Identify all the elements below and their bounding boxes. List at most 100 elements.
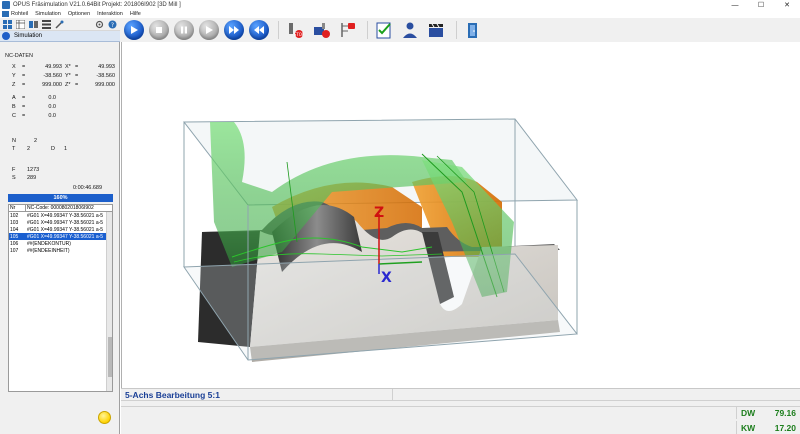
play-button[interactable] <box>124 20 144 40</box>
n-value: N2 <box>12 138 38 144</box>
nc-code-table: Nr NC-Code: 000080201806I902 102 #G01 X=4… <box>8 204 113 392</box>
menu-bar: Rohteil Simulation Optionen Interaktion … <box>0 10 800 18</box>
nc-data-title: NC-DATEN <box>5 53 34 59</box>
progress-bar: 160% <box>8 194 113 202</box>
angle-a: A = 0.0 <box>12 95 56 101</box>
angle-c: C = 0.0 <box>12 113 56 119</box>
status-row-1: 5-Achs Bearbeitung 5:1 <box>121 388 800 401</box>
kw-readout: KW 17.20 <box>736 421 800 434</box>
minimize-button[interactable]: — <box>722 0 748 10</box>
toolbar-separator <box>367 21 368 39</box>
row-code: #G01 X=49.99347 Y-38.56021 a-5 <box>27 219 104 226</box>
coord-x: X = 49.993 <box>12 64 62 70</box>
row-code: #G01 X=49.99347 Y-38.56021 a-5 <box>27 233 104 240</box>
dw-label: DW <box>741 407 756 418</box>
simulation-icon <box>2 32 10 40</box>
3d-viewport[interactable]: Z X <box>121 42 800 388</box>
f-value: F 1273 <box>12 167 40 173</box>
coord-z-star: Z* = 999.000 <box>65 82 115 88</box>
menu-optionen[interactable]: Optionen <box>68 11 90 17</box>
close-button[interactable]: ✕ <box>774 0 800 10</box>
row-number: 104 <box>10 226 19 233</box>
exit-door-icon[interactable] <box>463 20 483 40</box>
user-icon[interactable] <box>400 20 420 40</box>
app-icon <box>2 1 10 9</box>
dw-value: 79.16 <box>774 407 796 418</box>
stop-button[interactable] <box>149 20 169 40</box>
elapsed-time: 0:00:46.689 <box>73 185 103 191</box>
menu-interaktion[interactable]: Interaktion <box>97 11 123 17</box>
table-scrollbar[interactable] <box>106 212 112 391</box>
svg-text:?: ? <box>110 22 113 29</box>
table-row[interactable]: 103 #G01 X=49.99347 Y-38.56021 a-5 <box>9 219 112 226</box>
row-number: 102 <box>10 212 19 219</box>
row-code: ##(ENDEEINHEIT) <box>27 247 70 254</box>
tool-icon[interactable] <box>54 19 64 29</box>
coord-y-star: Y* = -38.560 <box>65 73 115 79</box>
table-row[interactable]: 104 #G01 X=49.99347 Y-38.56021 a-5 <box>9 226 112 233</box>
title-bar: OPUS Fräsimulation V21.0.64Bit Projekt: … <box>0 0 800 10</box>
operation-label: 5-Achs Bearbeitung 5:1 <box>121 388 393 401</box>
kw-value: 17.20 <box>774 422 796 433</box>
menu-app-icon <box>2 11 9 17</box>
table-icon[interactable] <box>15 19 25 29</box>
coord-y: Y = -38.560 <box>12 73 62 79</box>
menu-hilfe[interactable]: Hilfe <box>130 11 141 17</box>
angle-b: B = 0.0 <box>12 104 56 110</box>
maximize-button[interactable]: ☐ <box>748 0 774 10</box>
grid-icon[interactable] <box>2 19 12 29</box>
table-row[interactable]: 106 ##(ENDEKONTUR) <box>9 240 112 247</box>
tool-change-icon[interactable]: STOP <box>285 20 305 40</box>
progress-label: 160% <box>53 195 68 201</box>
left-panel: Simulation NC-DATEN X = 49.993 X* = 49.993 Y… <box>0 31 120 434</box>
tab-simulation[interactable]: Simulation <box>0 31 120 42</box>
layers-icon[interactable] <box>28 19 38 29</box>
window-controls: — ☐ ✕ <box>722 0 800 10</box>
row-code: ##(ENDEKONTUR) <box>27 240 71 247</box>
stop-marker-icon[interactable] <box>337 20 357 40</box>
step-button[interactable] <box>199 20 219 40</box>
main-toolbar: STOP <box>120 18 800 42</box>
rewind-button[interactable] <box>249 20 269 40</box>
column-header-code[interactable]: NC-Code: 000080201806I902 <box>26 205 112 211</box>
s-value: S 289 <box>12 175 37 181</box>
coord-x-star: X* = 49.993 <box>65 64 115 70</box>
toolbar-separator <box>278 21 279 39</box>
row-code: #G01 X=49.99347 Y-38.56021 a-5 <box>27 226 104 233</box>
kw-label: KW <box>741 422 756 433</box>
dw-readout: DW 79.16 <box>736 406 800 419</box>
left-toolbar: ? <box>0 18 120 31</box>
svg-text:STOP: STOP <box>294 32 304 37</box>
status-row-2 <box>121 401 800 407</box>
coord-z: Z = 999.000 <box>12 82 62 88</box>
table-row[interactable]: 107 ##(ENDEEINHEIT) <box>9 247 112 254</box>
window-title: OPUS Fräsimulation V21.0.64Bit Projekt: … <box>13 2 181 8</box>
t-value: T2D1 <box>12 146 68 152</box>
row-number: 106 <box>10 240 19 247</box>
nc-rows: 102 #G01 X=49.99347 Y-38.56021 a-5 103 #G01… <box>9 212 112 254</box>
z-axis-label: Z <box>374 205 384 221</box>
list-icon[interactable] <box>41 19 51 29</box>
menu-rohteil[interactable]: Rohteil <box>11 11 28 17</box>
row-number: 107 <box>10 247 19 254</box>
status-area: 5-Achs Bearbeitung 5:1 DW 79.16 KW 17.20 <box>121 388 800 434</box>
pause-button[interactable] <box>174 20 194 40</box>
table-row[interactable]: 102 #G01 X=49.99347 Y-38.56021 a-5 <box>9 212 112 219</box>
row-code: #G01 X=49.99347 Y-38.56021 a-5 <box>27 212 104 219</box>
toolbar-separator <box>456 21 457 39</box>
fast-forward-button[interactable] <box>224 20 244 40</box>
table-row[interactable]: 105 #G01 X=49.99347 Y-38.56021 a-5 <box>9 233 112 240</box>
column-header-nr[interactable]: Nr <box>9 205 26 211</box>
checklist-icon[interactable] <box>374 20 394 40</box>
smiley-icon[interactable] <box>98 411 111 424</box>
clapper-icon[interactable] <box>426 20 446 40</box>
nc-table-header: Nr NC-Code: 000080201806I902 <box>9 205 112 212</box>
nc-tool-icon[interactable] <box>311 20 331 40</box>
x-axis-label: X <box>381 270 392 286</box>
scrollbar-thumb[interactable] <box>108 337 112 377</box>
tab-simulation-label: Simulation <box>14 33 43 39</box>
menu-simulation[interactable]: Simulation <box>35 11 61 17</box>
row-number: 103 <box>10 219 19 226</box>
settings-icon[interactable] <box>94 19 104 29</box>
help-icon[interactable]: ? <box>107 19 117 29</box>
